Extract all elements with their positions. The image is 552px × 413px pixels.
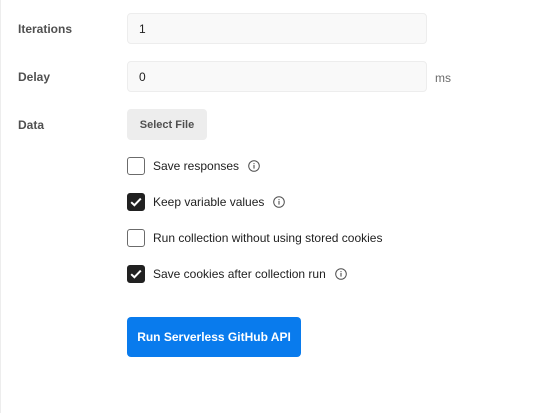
save-cookies-after-run-label: Save cookies after collection run bbox=[153, 267, 326, 281]
iterations-label: Iterations bbox=[18, 22, 73, 36]
iterations-input[interactable] bbox=[127, 13, 427, 44]
delay-label: Delay bbox=[18, 70, 51, 84]
data-label: Data bbox=[18, 118, 45, 132]
run-collection-button[interactable]: Run Serverless GitHub API bbox=[127, 317, 301, 357]
option-save-cookies-after-run[interactable]: Save cookies after collection run bbox=[127, 265, 347, 283]
run-without-stored-cookies-label: Run collection without using stored cook… bbox=[153, 231, 383, 245]
checkmark-icon bbox=[130, 197, 142, 207]
save-cookies-after-run-checkbox[interactable] bbox=[127, 265, 145, 283]
keep-variable-values-checkbox[interactable] bbox=[127, 193, 145, 211]
collection-runner-settings: Iterations Delay ms Data Select File Sav… bbox=[0, 0, 552, 413]
delay-unit: ms bbox=[435, 71, 451, 85]
delay-input[interactable] bbox=[127, 61, 427, 92]
info-icon[interactable] bbox=[248, 160, 260, 172]
keep-variable-values-label: Keep variable values bbox=[153, 195, 265, 209]
save-responses-checkbox[interactable] bbox=[127, 157, 145, 175]
select-file-button[interactable]: Select File bbox=[127, 109, 207, 140]
run-without-stored-cookies-checkbox[interactable] bbox=[127, 229, 145, 247]
info-icon[interactable] bbox=[334, 268, 347, 280]
option-run-without-stored-cookies[interactable]: Run collection without using stored cook… bbox=[127, 229, 382, 247]
save-responses-label: Save responses bbox=[153, 159, 240, 173]
checkmark-icon bbox=[130, 269, 142, 279]
info-icon[interactable] bbox=[273, 196, 286, 208]
option-save-responses[interactable]: Save responses bbox=[127, 157, 260, 175]
option-keep-variable-values[interactable]: Keep variable values bbox=[127, 193, 286, 211]
